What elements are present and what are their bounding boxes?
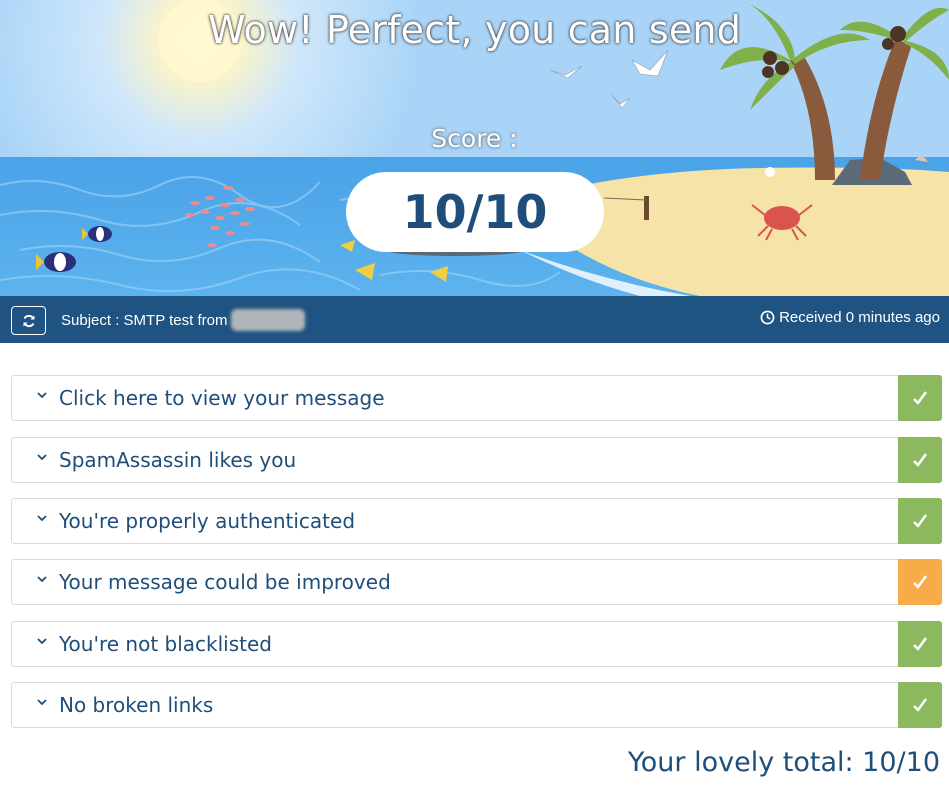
refresh-icon (23, 314, 34, 327)
refresh-button[interactable] (11, 306, 46, 335)
score-label: Score : (431, 124, 518, 153)
checkmark-icon (913, 637, 928, 651)
hero-banner: Wow! Perfect, you can send Score : 10/10 (0, 0, 949, 296)
check-row-view-message[interactable]: Click here to view your message (11, 375, 942, 421)
status-badge-ok (898, 682, 942, 728)
status-badge-warning (898, 559, 942, 605)
check-row-message-improvement[interactable]: Your message could be improved (11, 559, 942, 605)
checkmark-icon (913, 514, 928, 528)
check-label: No broken links (59, 693, 214, 717)
chevron-down-icon (37, 454, 47, 461)
hero-title: Wow! Perfect, you can send (207, 8, 742, 52)
check-row-spamassassin[interactable]: SpamAssassin likes you (11, 437, 942, 483)
check-label: You're properly authenticated (59, 509, 356, 533)
chevron-down-icon (37, 638, 47, 645)
message-info-bar: Subject : SMTP test from Received 0 minu… (0, 296, 949, 343)
check-row-blacklist[interactable]: You're not blacklisted (11, 621, 942, 667)
check-label: You're not blacklisted (59, 632, 272, 656)
check-label: SpamAssassin likes you (59, 448, 297, 472)
status-badge-ok (898, 621, 942, 667)
check-label: Your message could be improved (59, 570, 391, 594)
status-badge-ok (898, 375, 942, 421)
redacted-sender (231, 309, 306, 331)
check-label: Click here to view your message (59, 386, 385, 410)
chevron-down-icon (37, 515, 47, 522)
chevron-down-icon (37, 392, 47, 399)
checkmark-icon (913, 453, 928, 467)
clock-icon (760, 310, 775, 325)
subject-line: Subject : SMTP test from (61, 309, 306, 331)
chevron-down-icon (37, 699, 47, 706)
status-badge-ok (898, 498, 942, 544)
checkmark-icon (913, 391, 928, 405)
total-score: Your lovely total: 10/10 (627, 747, 940, 778)
received-text: Received 0 minutes ago (779, 309, 940, 326)
checkmark-icon (913, 575, 928, 589)
check-row-authentication[interactable]: You're properly authenticated (11, 498, 942, 544)
checkmark-icon (913, 698, 928, 712)
status-badge-ok (898, 437, 942, 483)
score-value: 10/10 (346, 172, 604, 252)
received-time: Received 0 minutes ago (760, 309, 940, 326)
subject-text: Subject : SMTP test from (61, 311, 228, 329)
chevron-down-icon (37, 576, 47, 583)
check-row-broken-links[interactable]: No broken links (11, 682, 942, 728)
